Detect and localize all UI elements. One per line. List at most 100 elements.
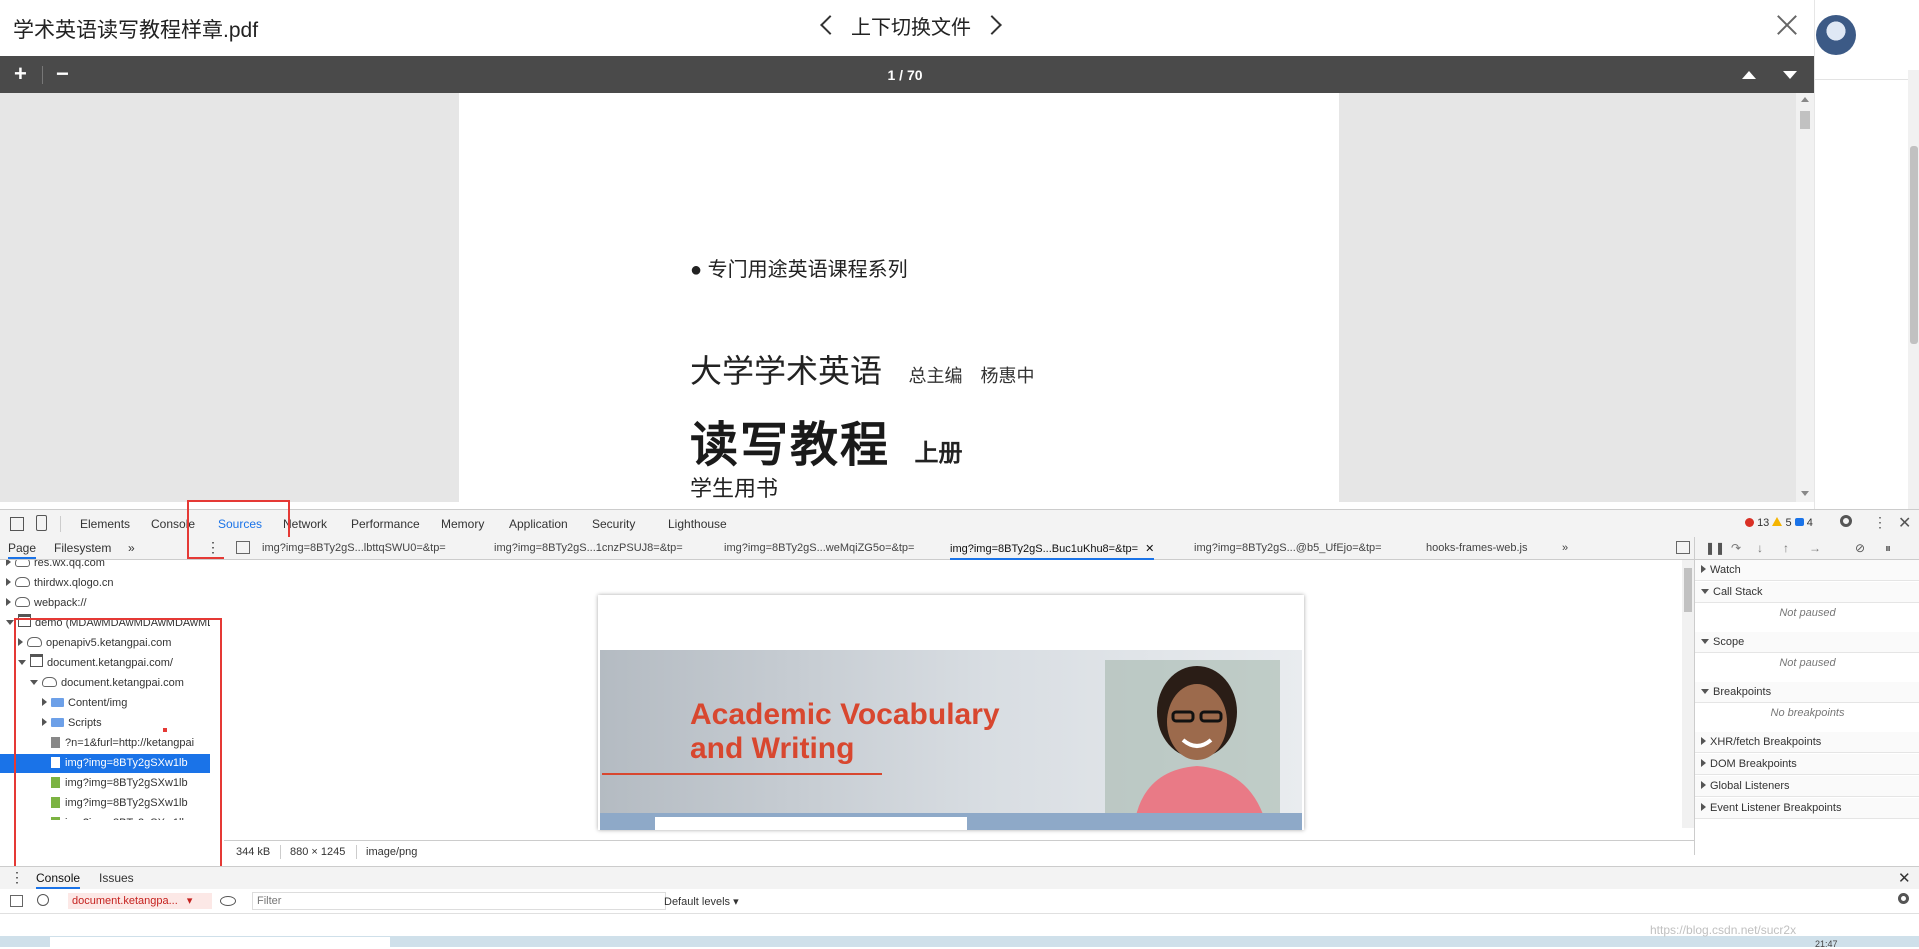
console-sidebar-icon[interactable] <box>10 895 23 907</box>
step-over-icon[interactable]: ↷ <box>1731 541 1741 555</box>
book-subtitle: 读写教程 <box>690 419 891 472</box>
cover-textbox <box>655 817 967 830</box>
debugger-section-label: XHR/fetch Breakpoints <box>1710 736 1822 748</box>
previous-page-icon[interactable] <box>1742 71 1756 79</box>
pdf-scrollbar-thumb[interactable] <box>1800 111 1810 129</box>
image-mime-type: image/png <box>366 846 418 858</box>
file-switcher: 上下切换文件 <box>817 10 1005 40</box>
pause-icon[interactable]: ❚❚ <box>1705 541 1725 555</box>
close-devtools-icon[interactable]: ✕ <box>1898 513 1911 533</box>
tab-elements[interactable]: Elements <box>80 517 130 531</box>
drawer-tab-console[interactable]: Console <box>36 871 81 889</box>
editor-tab[interactable]: img?img=8BTy2gS...weMqiZG5o=&tp= <box>724 542 914 554</box>
close-tab-icon[interactable]: ✕ <box>1145 543 1154 555</box>
step-icon[interactable]: → <box>1809 541 1821 555</box>
error-icon <box>1745 518 1754 527</box>
more-options-icon[interactable]: ⋮ <box>1873 515 1887 529</box>
taskbar-search-box[interactable] <box>50 937 390 947</box>
console-filter-input[interactable] <box>252 892 666 910</box>
more-tabs-icon[interactable]: » <box>128 541 135 555</box>
zoom-out-button[interactable]: − <box>56 61 69 87</box>
collapsed-arrow-icon[interactable] <box>6 578 11 586</box>
cover-rule <box>602 773 882 775</box>
next-file-icon[interactable] <box>982 15 1002 35</box>
page-right-edge <box>1814 0 1919 510</box>
close-viewer-icon[interactable] <box>1776 14 1798 36</box>
viewer-header: 学术英语读写教程样章.pdf 上下切换文件 <box>0 0 1814 56</box>
debugger-section-label: Global Listeners <box>1710 780 1790 792</box>
expanded-arrow-icon[interactable] <box>6 620 14 625</box>
image-info-bar: 344 kB 880 × 1245 image/png <box>224 840 1694 863</box>
tree-item[interactable]: res.wx.qq.com <box>0 560 210 573</box>
pause-on-exceptions-icon[interactable]: ⏸ <box>1885 541 1891 556</box>
console-settings-gear-icon[interactable] <box>1898 893 1909 904</box>
context-selector-value: document.ketangpa... <box>72 895 178 907</box>
avatar[interactable] <box>1816 15 1856 55</box>
book-title: 大学学术英语 <box>690 353 883 389</box>
debugger-section-header[interactable]: Global Listeners <box>1695 776 1919 797</box>
tree-item-label: thirdwx.qlogo.cn <box>34 577 114 589</box>
pdf-viewport[interactable]: ● 专门用途英语课程系列 大学学术英语 总主编 杨惠中 读写教程 上册 学生用书 <box>0 93 1814 502</box>
taskbar-clock: 21:47 <box>1815 939 1838 949</box>
debugger-section-header[interactable]: Breakpoints <box>1695 682 1919 703</box>
expanded-arrow-icon <box>1701 589 1709 594</box>
pdf-scrollbar[interactable] <box>1796 93 1814 502</box>
tab-filesystem[interactable]: Filesystem <box>54 541 111 555</box>
tab-security[interactable]: Security <box>592 517 635 531</box>
tab-memory[interactable]: Memory <box>441 517 484 531</box>
scroll-down-icon[interactable] <box>1801 491 1809 496</box>
debugger-section-header[interactable]: Event Listener Breakpoints <box>1695 798 1919 819</box>
log-levels-dropdown[interactable]: Default levels ▾ <box>664 895 739 908</box>
divider <box>1814 79 1919 80</box>
settings-gear-icon[interactable] <box>1840 515 1852 527</box>
step-out-icon[interactable]: ↑ <box>1783 541 1789 555</box>
drawer-menu-icon[interactable]: ⋮ <box>10 869 24 886</box>
editor-tab[interactable]: img?img=8BTy2gS...1cnzPSUJ8=&tp= <box>494 542 683 554</box>
collapsed-arrow-icon[interactable] <box>6 598 11 606</box>
collapsed-arrow-icon[interactable] <box>6 560 11 566</box>
tree-item[interactable]: thirdwx.qlogo.cn <box>0 574 210 593</box>
editor-tabs: img?img=8BTy2gS...lbttqSWU0=&tp= img?img… <box>224 537 1694 560</box>
debugger-section-header[interactable]: DOM Breakpoints <box>1695 754 1919 775</box>
tab-lighthouse[interactable]: Lighthouse <box>668 517 727 531</box>
clear-console-icon[interactable] <box>37 894 49 906</box>
tab-page[interactable]: Page <box>8 541 37 559</box>
toggle-navigator-icon[interactable] <box>236 541 250 554</box>
debugger-sidebar: ❚❚ ↷ ↓ ↑ → ⊘ ⏸ Watch Call Stack Not paused… <box>1694 537 1919 855</box>
debugger-section-header[interactable]: Scope <box>1695 632 1919 653</box>
close-drawer-icon[interactable]: ✕ <box>1898 869 1911 887</box>
scroll-up-icon[interactable] <box>1801 97 1809 102</box>
next-page-icon[interactable] <box>1783 71 1797 79</box>
editor-tab[interactable]: img?img=8BTy2gS...lbttqSWU0=&tp= <box>262 542 446 554</box>
previous-file-icon[interactable] <box>820 15 840 35</box>
series-label: ● 专门用途英语课程系列 <box>690 259 908 281</box>
editor-tab-label: img?img=8BTy2gS...Buc1uKhu8=&tp= <box>950 543 1139 555</box>
zoom-in-button[interactable]: + <box>14 61 27 87</box>
device-toolbar-icon[interactable] <box>36 515 47 531</box>
debugger-section-label: Call Stack <box>1713 586 1763 598</box>
more-tabs-icon[interactable]: » <box>1562 542 1568 554</box>
drawer-tab-issues[interactable]: Issues <box>99 871 134 885</box>
tree-item[interactable]: webpack:// <box>0 594 210 613</box>
domain-cloud-icon <box>15 577 30 587</box>
preview-scrollbar-thumb[interactable] <box>1684 568 1692 612</box>
issue-counters[interactable]: 13 5 4 <box>1745 517 1813 529</box>
deactivate-breakpoints-icon[interactable]: ⊘ <box>1855 541 1865 555</box>
tab-application[interactable]: Application <box>509 517 568 531</box>
page-scrollbar-thumb[interactable] <box>1910 146 1918 344</box>
editor-tab[interactable]: hooks-frames-web.js <box>1426 542 1527 554</box>
inspect-element-icon[interactable] <box>10 517 24 531</box>
debugger-section-header[interactable]: Watch <box>1695 560 1919 581</box>
editor-tab[interactable]: img?img=8BTy2gS...@b5_UfEjo=&tp= <box>1194 542 1382 554</box>
editor-tab-active[interactable]: img?img=8BTy2gS...Buc1uKhu8=&tp= ✕ <box>950 542 1155 560</box>
toggle-debugger-icon[interactable] <box>1676 541 1690 554</box>
debugger-section-note: Not paused <box>1779 657 1836 669</box>
debugger-section-header[interactable]: XHR/fetch Breakpoints <box>1695 732 1919 753</box>
context-selector[interactable]: document.ketangpa... ▾ <box>68 893 212 909</box>
tab-performance[interactable]: Performance <box>351 517 420 531</box>
step-into-icon[interactable]: ↓ <box>1757 541 1763 555</box>
debugger-section-header[interactable]: Call Stack <box>1695 582 1919 603</box>
live-expression-eye-icon[interactable] <box>220 896 236 906</box>
book-title-line: 大学学术英语 总主编 杨惠中 <box>690 346 1034 392</box>
cover-photo <box>1105 660 1280 820</box>
